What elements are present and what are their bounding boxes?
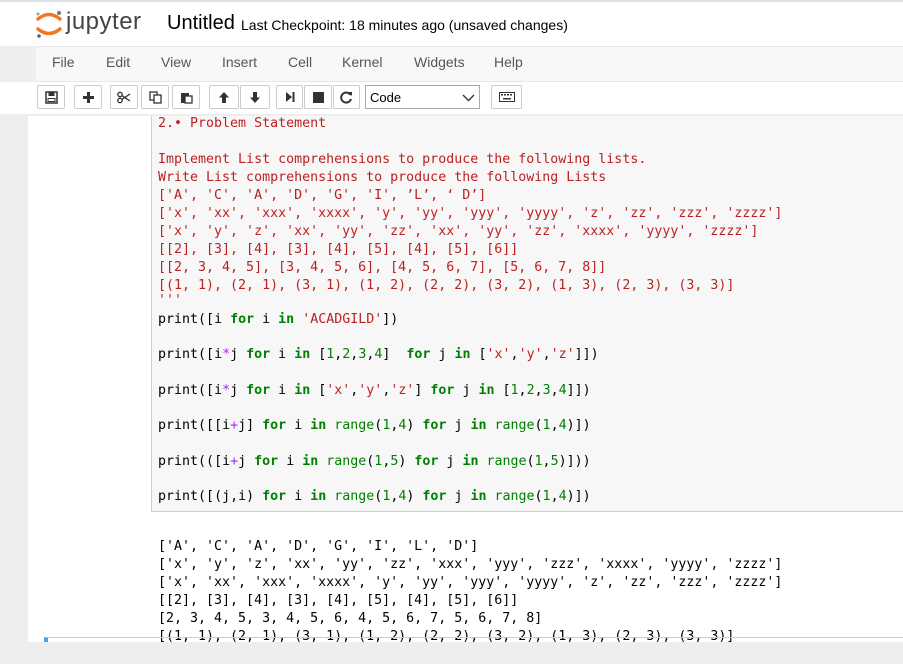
keyboard-icon (498, 92, 515, 102)
notebook-title[interactable]: Untitled (167, 12, 235, 35)
code-line: print([i for i in 'ACADGILD']) (158, 312, 399, 327)
docstring-line: [[2, 3, 4, 5], [3, 4, 5, 6], [4, 5, 6, 7… (158, 260, 607, 275)
command-palette-button[interactable] (491, 85, 522, 109)
arrow-down-icon (250, 91, 260, 103)
save-button[interactable] (37, 85, 65, 109)
code-line: print([[i+j] for i in range(1,4) for j i… (158, 418, 591, 433)
top-divider (0, 0, 903, 2)
code-line: print([i*j for i in ['x','y','z'] for j … (158, 383, 591, 398)
menu-view[interactable]: View (161, 54, 191, 70)
copy-button[interactable] (141, 85, 169, 109)
menu-insert[interactable]: Insert (222, 54, 257, 70)
restart-icon (340, 91, 352, 103)
jupyter-logo-icon[interactable] (34, 8, 64, 40)
arrow-up-icon (219, 91, 229, 103)
menu-bar: File Edit View Insert Cell Kernel Widget… (36, 46, 903, 82)
menu-kernel[interactable]: Kernel (342, 54, 382, 70)
restart-kernel-button[interactable] (333, 85, 360, 109)
insert-cell-button[interactable] (74, 85, 102, 109)
docstring-line: Implement List comprehensions to produce… (158, 152, 647, 167)
header: jupyter Untitled Last Checkpoint: 18 min… (0, 0, 903, 46)
run-icon (285, 92, 294, 102)
jupyter-logo-text[interactable]: jupyter (66, 8, 142, 36)
docstring-line: Write List comprehensions to produce the… (158, 170, 607, 185)
docstring-line: [[2], [3], [4], [3], [4], [5], [4], [5],… (158, 242, 519, 257)
docstring-line: 2.• Problem Statement (158, 116, 327, 131)
run-button[interactable] (276, 85, 303, 109)
cut-button[interactable] (110, 85, 138, 109)
next-cell[interactable] (44, 637, 903, 642)
cut-icon (117, 91, 131, 103)
output-line: [2, 3, 4, 5, 3, 4, 5, 6, 4, 5, 6, 7, 5, … (158, 611, 543, 626)
move-cell-down-button[interactable] (240, 85, 270, 109)
add-icon (82, 91, 94, 103)
docstring-close: ''' (158, 293, 183, 308)
menu-help[interactable]: Help (494, 54, 523, 70)
save-icon (44, 90, 58, 104)
copy-icon (148, 90, 162, 104)
docstring-line: [(1, 1), (2, 1), (3, 1), (1, 2), (2, 2),… (158, 278, 735, 293)
output-line: ['x', 'y', 'z', 'xx', 'yy', 'zz', 'xxx',… (158, 557, 783, 572)
menu-cell[interactable]: Cell (288, 54, 312, 70)
output-line: [[2], [3], [4], [3], [4], [5], [4], [5],… (158, 593, 519, 608)
output-line: ['x', 'xx', 'xxx', 'xxxx', 'y', 'yy', 'y… (158, 575, 783, 590)
menu-edit[interactable]: Edit (106, 54, 130, 70)
menu-widgets[interactable]: Widgets (414, 54, 465, 70)
docstring-line: ['x', 'y', 'z', 'xx', 'yy', 'zz', 'xx', … (158, 224, 759, 239)
stop-icon (312, 91, 324, 103)
docstring-line: ['A', 'C', 'A', 'D', 'G', 'I', ’L’, ‘ D’… (158, 188, 487, 203)
interrupt-kernel-button[interactable] (304, 85, 332, 109)
cell-type-value: Code (370, 90, 402, 105)
code-line: print([i*j for i in [1,2,3,4] for j in [… (158, 347, 599, 362)
cell-type-select[interactable]: Code (365, 85, 480, 109)
paste-button[interactable] (172, 85, 200, 109)
output-line: ['A', 'C', 'A', 'D', 'G', 'I', 'L', 'D'] (158, 539, 479, 554)
docstring-line: ['x', 'xx', 'xxx', 'xxxx', 'y', 'yy', 'y… (158, 206, 783, 221)
code-line: print([(j,i) for i in range(1,4) for j i… (158, 489, 591, 504)
checkpoint-status: Last Checkpoint: 18 minutes ago (unsaved… (241, 17, 568, 33)
code-line: print(([i+j for i in range(1,5) for j in… (158, 454, 591, 469)
move-cell-up-button[interactable] (209, 85, 239, 109)
cell-output: ['A', 'C', 'A', 'D', 'G', 'I', 'L', 'D']… (158, 520, 782, 664)
paste-icon (180, 92, 193, 104)
menu-file[interactable]: File (52, 54, 75, 70)
chevron-down-icon (462, 94, 475, 102)
